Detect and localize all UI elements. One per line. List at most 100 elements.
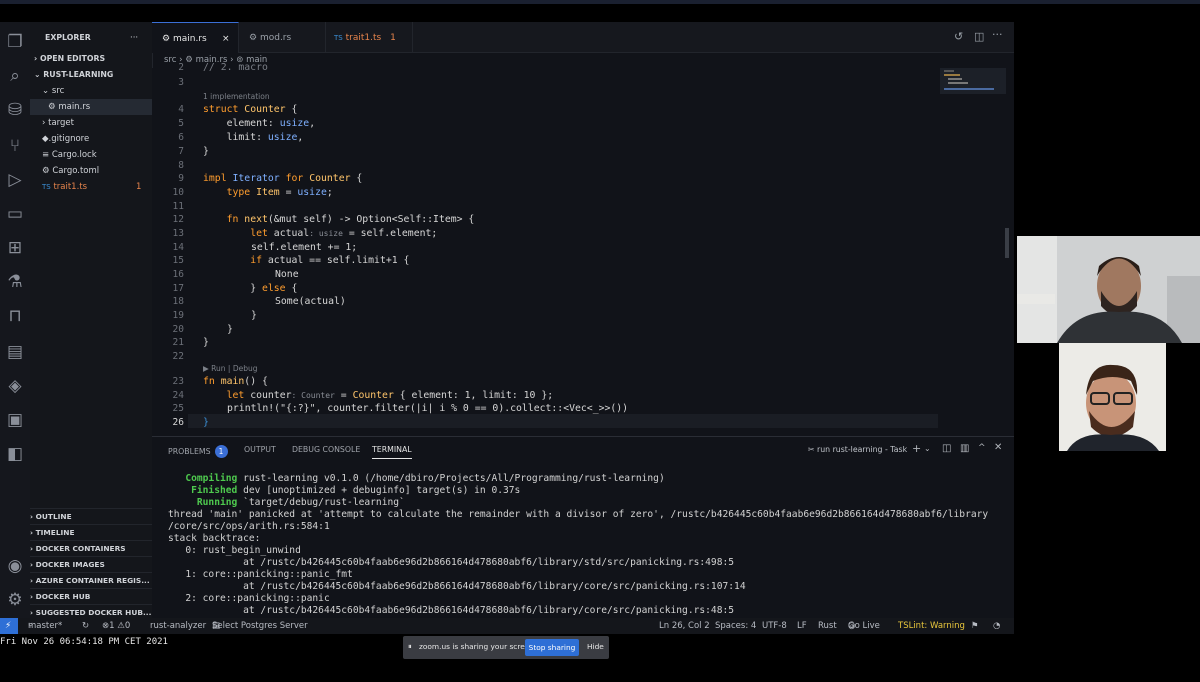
eol-status[interactable]: LF: [797, 618, 807, 634]
tab-terminal[interactable]: TERMINAL: [372, 445, 412, 459]
code-line-24: let counter: Counter = Counter { element…: [226, 390, 554, 401]
remote-explorer-icon[interactable]: ▭: [5, 204, 25, 224]
files-icon[interactable]: ❐: [5, 32, 25, 52]
explorer-more-icon[interactable]: ···: [130, 30, 146, 46]
tree-item-trait1-ts[interactable]: TS trait1.ts 1: [42, 179, 164, 195]
tab-trait1-ts[interactable]: TS trait1.ts 1: [326, 22, 413, 52]
terminal-line: thread 'main' panicked at 'attempt to ca…: [168, 509, 989, 520]
notifications-bell-icon[interactable]: ◔: [993, 618, 1000, 634]
timeline-section[interactable]: › TIMELINE: [30, 524, 152, 541]
line-number: 17: [172, 283, 184, 294]
codelens-run-debug[interactable]: ▶ Run | Debug: [203, 364, 258, 373]
language-mode[interactable]: Rust: [818, 618, 837, 634]
extensions-icon[interactable]: ⊞: [5, 238, 25, 258]
tree-item-cargo-lock[interactable]: ≡ Cargo.lock: [42, 147, 164, 163]
split-terminal-icon[interactable]: ◫: [942, 443, 951, 454]
tree-item-gitignore[interactable]: ◆.gitignore: [42, 131, 164, 147]
search-icon[interactable]: ⌕: [5, 66, 25, 86]
tree-item-src[interactable]: ⌄ src: [42, 83, 164, 99]
new-terminal-icon[interactable]: +: [912, 442, 921, 455]
chevron-right-icon: ›: [42, 118, 46, 128]
history-icon[interactable]: ↺: [954, 30, 963, 43]
code-line-21: }: [203, 337, 209, 348]
terminal-line: 2: core::panicking::panic: [168, 593, 330, 604]
docker-hub-section[interactable]: › DOCKER HUB: [30, 588, 152, 605]
azure-registry-section[interactable]: › AZURE CONTAINER REGIS...: [30, 572, 152, 589]
close-icon[interactable]: ×: [222, 23, 230, 55]
line-number: 19: [172, 310, 184, 321]
line-number: 20: [172, 324, 184, 335]
outline-section[interactable]: › OUTLINE: [30, 508, 152, 525]
database-icon[interactable]: ⛁: [5, 100, 25, 120]
more-actions-icon[interactable]: ···: [992, 28, 1003, 41]
tree-label: src: [51, 86, 65, 96]
trash-icon[interactable]: ▥: [960, 443, 969, 454]
settings-gear-icon[interactable]: ⚙: [5, 590, 25, 610]
tab-main-rs[interactable]: ⚙ main.rs ×: [152, 22, 239, 53]
rust-analyzer-status[interactable]: rust-analyzer: [150, 618, 206, 634]
cursor-position[interactable]: Ln 26, Col 2: [659, 618, 710, 634]
tab-debug-console[interactable]: DEBUG CONSOLE: [292, 445, 360, 454]
tree-label: main.rs: [58, 102, 91, 112]
tree-item-main-rs[interactable]: ⚙ main.rs: [30, 99, 152, 115]
docker-images-section[interactable]: › DOCKER IMAGES: [30, 556, 152, 573]
line-number: 8: [178, 160, 184, 171]
tab-label: trait1.ts: [345, 33, 382, 43]
account-icon[interactable]: ◉: [5, 556, 25, 576]
task-label: run rust-learning - Task: [817, 445, 908, 454]
zoom-share-bar: ⏸ zoom.us is sharing your screen. Stop s…: [403, 636, 609, 659]
tree-item-cargo-toml[interactable]: ⚙ Cargo.toml: [42, 163, 164, 179]
editor-scrollbar[interactable]: [1005, 228, 1009, 258]
line-number: 3: [178, 77, 184, 88]
participant-video-2: [1059, 343, 1166, 451]
line-number: 21: [172, 337, 184, 348]
rust-file-icon: ⚙: [48, 102, 56, 112]
sync-icon[interactable]: ↻: [82, 618, 89, 634]
source-control-icon[interactable]: ⑂: [5, 136, 25, 156]
tab-mod-rs[interactable]: ⚙ mod.rs: [239, 22, 326, 52]
docker-containers-section[interactable]: › DOCKER CONTAINERS: [30, 540, 152, 557]
rust-file-icon: ⚙: [185, 55, 193, 65]
code-editor[interactable]: 2 // 2. macro 3 1 implementation 4 struc…: [152, 62, 1014, 436]
bookmark-icon[interactable]: ⊓: [5, 306, 25, 326]
layers-icon[interactable]: ◧: [5, 444, 25, 464]
indentation-status[interactable]: Spaces: 4: [715, 618, 756, 634]
line-number: 4: [178, 104, 184, 115]
stop-sharing-button[interactable]: Stop sharing: [525, 639, 579, 656]
chevron-down-icon[interactable]: ⌄: [924, 444, 931, 453]
split-editor-icon[interactable]: ◫: [974, 30, 984, 43]
section-label: DOCKER IMAGES: [35, 560, 105, 569]
tab-output[interactable]: OUTPUT: [244, 445, 276, 454]
run-debug-icon[interactable]: ▷: [5, 170, 25, 190]
tslint-status[interactable]: TSLint: Warning: [898, 618, 965, 634]
minimap[interactable]: [940, 68, 1010, 108]
testing-icon[interactable]: ⚗: [5, 272, 25, 292]
project-label: RUST-LEARNING: [43, 70, 114, 79]
package-icon[interactable]: ▣: [5, 410, 25, 430]
problems-status[interactable]: ⊗1 ⚠0: [102, 618, 130, 634]
maximize-panel-icon[interactable]: ^: [978, 443, 986, 453]
docker-icon[interactable]: ◈: [5, 376, 25, 396]
codelens-implementations[interactable]: 1 implementation: [203, 92, 270, 101]
close-icon[interactable]: ✕: [994, 442, 1002, 453]
tree-label: .gitignore: [48, 134, 90, 144]
open-editors-section[interactable]: › OPEN EDITORS: [34, 51, 156, 67]
encoding-status[interactable]: UTF-8: [762, 618, 787, 634]
chevron-down-icon: ⌄: [42, 86, 50, 96]
hide-button[interactable]: Hide: [587, 642, 604, 651]
tab-label: main.rs: [172, 34, 207, 44]
tree-item-target[interactable]: › target: [42, 115, 164, 131]
tab-problems[interactable]: PROBLEMS 1: [168, 445, 228, 458]
section-label: DOCKER CONTAINERS: [35, 544, 126, 553]
rust-file-icon: ⚙: [249, 33, 258, 43]
terminal-task-selector[interactable]: ✂ run rust-learning - Task: [808, 445, 907, 454]
go-live-label: Go Live: [848, 621, 880, 631]
remote-indicator-icon[interactable]: ⚡: [0, 618, 18, 634]
folder-icon[interactable]: ▤: [5, 342, 25, 362]
project-root[interactable]: ⌄ RUST-LEARNING: [34, 67, 156, 83]
line-number: 24: [172, 390, 184, 401]
feedback-icon[interactable]: ⚑: [971, 618, 979, 634]
webcam-image: [1059, 343, 1166, 451]
code-line-6: limit: usize,: [226, 132, 304, 143]
explorer-sidebar: EXPLORER ··· › OPEN EDITORS ⌄ RUST-LEARN…: [30, 22, 153, 618]
